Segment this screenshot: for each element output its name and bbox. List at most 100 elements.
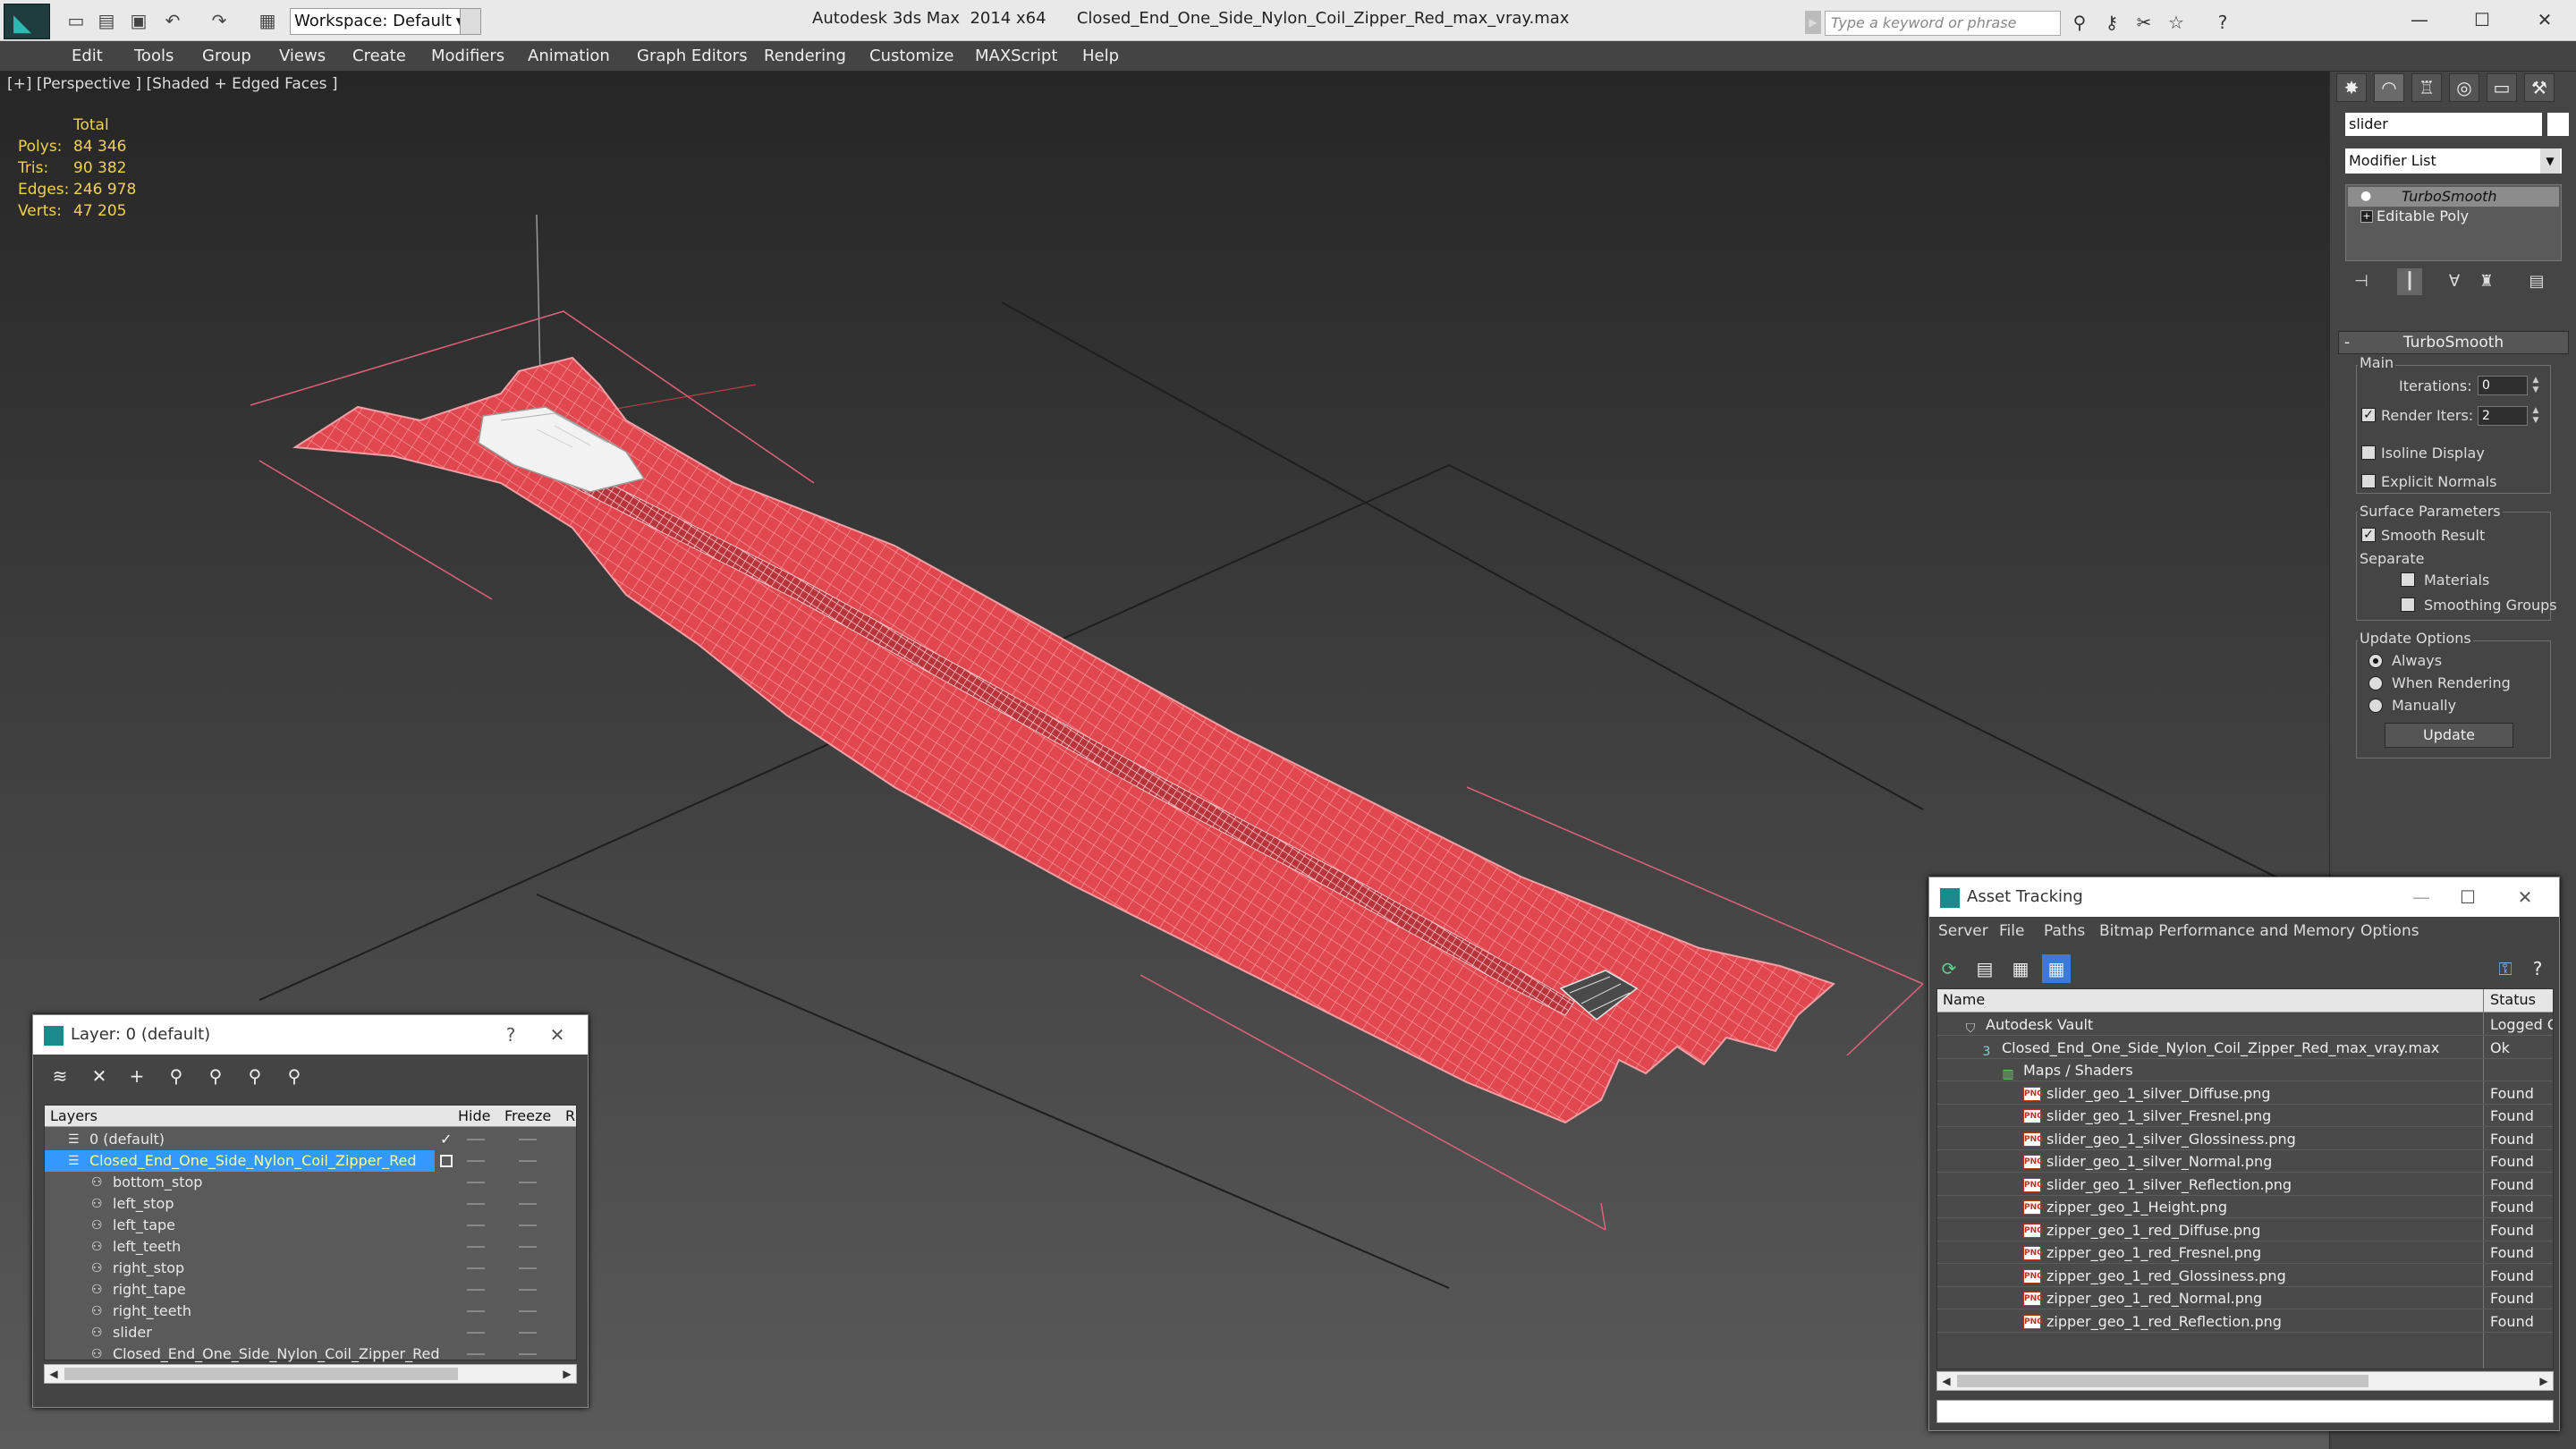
open-file-icon[interactable]: ▤ <box>93 9 120 32</box>
utilities-tab-icon[interactable]: ⚒ <box>2524 73 2555 102</box>
hide-toggle[interactable] <box>467 1160 485 1162</box>
maximize-button[interactable]: ☐ <box>2445 877 2491 917</box>
stack-item-turbosmooth[interactable]: TurboSmooth <box>2348 187 2559 207</box>
search-input[interactable]: Type a keyword or phrase <box>1825 11 2061 36</box>
freeze-toggle[interactable] <box>519 1332 537 1334</box>
asset-row[interactable]: PNG slider_geo_1_silver_Normal.png Found <box>1937 1151 2553 1173</box>
new-file-icon[interactable]: ▭ <box>63 9 89 32</box>
create-tab-icon[interactable]: ✸ <box>2336 73 2367 102</box>
freeze-toggle[interactable] <box>519 1224 537 1226</box>
freeze-all-icon[interactable]: ⚲ <box>280 1062 309 1090</box>
menu-options[interactable]: Options <box>2360 922 2419 940</box>
expand-plus-icon[interactable]: + <box>2360 210 2373 223</box>
set-current-box[interactable] <box>440 1155 453 1167</box>
menu-server[interactable]: Server <box>1938 922 1988 940</box>
stack-item-editable-poly[interactable]: Editable Poly <box>2377 207 2469 226</box>
minimize-button[interactable]: — <box>2388 4 2451 36</box>
menu-customize[interactable]: Customize <box>869 45 953 68</box>
layer-row[interactable]: ⚇ left_teeth <box>45 1236 576 1258</box>
menu-group[interactable]: Group <box>202 45 251 68</box>
workspace-dropdown[interactable]: Workspace: Default▼ <box>290 8 469 35</box>
menu-edit[interactable]: Edit <box>72 45 103 68</box>
asset-row[interactable]: PNG slider_geo_1_silver_Diffuse.png Found <box>1937 1083 2553 1105</box>
render-iters-spinner[interactable]: 2 <box>2478 406 2528 426</box>
column-freeze[interactable]: Freeze <box>504 1106 551 1127</box>
vault-login-icon[interactable]: ⚿ <box>2491 954 2520 983</box>
list-view-icon[interactable]: ▤ <box>1970 954 1999 983</box>
layer-row[interactable]: ⚇ bottom_stop <box>45 1172 576 1193</box>
favorites-star-icon[interactable]: ☆ <box>2163 11 2190 34</box>
lightbulb-icon[interactable]: ● <box>2360 189 2371 203</box>
asset-horizontal-scrollbar[interactable]: ◀ ▶ <box>1936 1371 2554 1391</box>
binoculars-icon[interactable]: ⚲ <box>2066 11 2093 34</box>
menu-views[interactable]: Views <box>279 45 326 68</box>
layer-horizontal-scrollbar[interactable]: ◀ ▶ <box>44 1364 577 1384</box>
add-to-layer-icon[interactable]: + <box>123 1062 151 1090</box>
freeze-toggle[interactable] <box>519 1182 537 1183</box>
hide-toggle[interactable] <box>467 1203 485 1205</box>
layer-row[interactable]: ⚇ slider <box>45 1322 576 1343</box>
column-layers[interactable]: Layers <box>50 1106 97 1127</box>
layer-row[interactable]: ⚇ left_tape <box>45 1215 576 1236</box>
hide-toggle[interactable] <box>467 1139 485 1140</box>
hierarchy-tab-icon[interactable]: ♖ <box>2411 73 2442 102</box>
when-rendering-radio[interactable] <box>2368 676 2383 691</box>
asset-row[interactable]: ⛉ Autodesk Vault Logged Ou <box>1937 1014 2553 1036</box>
motion-tab-icon[interactable]: ◎ <box>2449 73 2479 102</box>
asset-row[interactable]: PNG zipper_geo_1_red_Reflection.png Found <box>1937 1311 2553 1333</box>
layer-row[interactable]: ⚇ right_tape <box>45 1279 576 1301</box>
menu-help[interactable]: Help <box>1082 45 1119 68</box>
hide-toggle[interactable] <box>467 1289 485 1291</box>
column-hide[interactable]: Hide <box>458 1106 490 1127</box>
asset-row[interactable]: PNG zipper_geo_1_red_Diffuse.png Found <box>1937 1220 2553 1241</box>
explicit-normals-checkbox[interactable] <box>2361 474 2376 488</box>
column-render[interactable]: R <box>565 1106 575 1127</box>
asset-path-field[interactable] <box>1936 1400 2554 1423</box>
asset-row[interactable]: 3 Closed_End_One_Side_Nylon_Coil_Zipper_R… <box>1937 1038 2553 1059</box>
menu-rendering[interactable]: Rendering <box>764 45 846 68</box>
freeze-toggle[interactable] <box>519 1246 537 1248</box>
tree-view-icon[interactable]: ▦ <box>2006 954 2035 983</box>
menu-animation[interactable]: Animation <box>528 45 610 68</box>
menu-file[interactable]: File <box>1999 922 2024 940</box>
freeze-toggle[interactable] <box>519 1353 537 1355</box>
layer-row[interactable]: ⚇ right_teeth <box>45 1301 576 1322</box>
communication-icon[interactable]: ✂ <box>2131 11 2157 34</box>
select-objects-icon[interactable]: ⚲ <box>162 1062 191 1090</box>
layer-row[interactable]: ⚇ right_stop <box>45 1258 576 1279</box>
app-menu-button[interactable]: ◣ <box>4 4 50 39</box>
quick-access-customize-button[interactable]: ▼ <box>460 8 481 35</box>
freeze-toggle[interactable] <box>519 1289 537 1291</box>
hide-toggle[interactable] <box>467 1246 485 1248</box>
pin-stack-icon[interactable]: ⊣ <box>2349 268 2374 295</box>
display-tab-icon[interactable]: ▭ <box>2487 73 2517 102</box>
smooth-result-checkbox[interactable]: ✓ <box>2361 528 2376 542</box>
scroll-right-icon[interactable]: ▶ <box>558 1365 576 1383</box>
make-unique-icon[interactable]: ∀ <box>2442 268 2467 295</box>
asset-row[interactable]: PNG zipper_geo_1_red_Fresnel.png Found <box>1937 1242 2553 1264</box>
modifier-list-dropdown[interactable]: Modifier List ▼ <box>2345 148 2562 174</box>
project-folder-icon[interactable]: ▦ <box>254 9 281 32</box>
show-end-result-icon[interactable]: ┃ <box>2397 268 2422 295</box>
freeze-toggle[interactable] <box>519 1203 537 1205</box>
highlight-layer-icon[interactable]: ⚲ <box>201 1062 230 1090</box>
delete-layer-icon[interactable]: ✕ <box>85 1062 114 1090</box>
viewport-label[interactable]: [+] [Perspective ] [Shaded + Edged Faces… <box>7 75 337 93</box>
menu-bitmap-performance[interactable]: Bitmap Performance and Memory <box>2099 922 2355 940</box>
hide-toggle[interactable] <box>467 1310 485 1312</box>
freeze-toggle[interactable] <box>519 1139 537 1140</box>
menu-graph-editors[interactable]: Graph Editors <box>637 45 748 68</box>
hide-toggle[interactable] <box>467 1353 485 1355</box>
menu-maxscript[interactable]: MAXScript <box>975 45 1057 68</box>
key-icon[interactable]: ⚷ <box>2098 11 2125 34</box>
hide-toggle[interactable] <box>467 1224 485 1226</box>
object-color-swatch[interactable] <box>2547 113 2569 136</box>
update-button[interactable]: Update <box>2385 723 2513 748</box>
asset-row[interactable]: PNG slider_geo_1_silver_Reflection.png Fou… <box>1937 1174 2553 1196</box>
hide-toggle[interactable] <box>467 1332 485 1334</box>
materials-checkbox[interactable] <box>2401 572 2415 587</box>
hide-all-icon[interactable]: ⚲ <box>241 1062 269 1090</box>
menu-modifiers[interactable]: Modifiers <box>431 45 504 68</box>
infocenter-toggle[interactable]: ▶ <box>1805 11 1821 34</box>
maximize-button[interactable]: ☐ <box>2451 4 2513 36</box>
